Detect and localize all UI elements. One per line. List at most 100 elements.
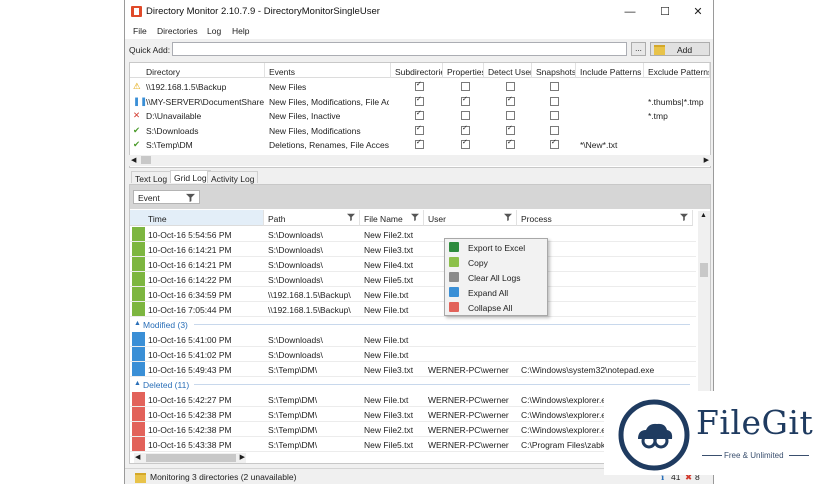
title-bar[interactable]: Directory Monitor 2.10.7.9 - DirectoryMo…: [125, 0, 713, 24]
filter-icon[interactable]: [186, 193, 195, 202]
tab-activity-log[interactable]: Activity Log: [207, 171, 259, 184]
grid-horizontal-scrollbar[interactable]: ◀ ▶: [134, 453, 246, 463]
column-header-process[interactable]: Process: [517, 210, 693, 226]
menu-log[interactable]: Log: [207, 26, 221, 36]
table-row[interactable]: 10-Oct-16 5:41:02 PM S:\Downloads\ New Fil…: [130, 347, 696, 362]
event-color-tag: [132, 347, 145, 361]
tab-grid-log[interactable]: Grid Log: [170, 170, 211, 183]
event-color-tag: [132, 287, 145, 301]
scroll-left-icon[interactable]: ◀: [131, 156, 136, 164]
directory-horizontal-scrollbar[interactable]: ◀ ▶: [129, 155, 711, 166]
checkbox[interactable]: [461, 138, 470, 149]
browse-button[interactable]: ...: [631, 42, 646, 56]
event-color-tag: [132, 422, 145, 436]
cell-time: 10-Oct-16 5:41:00 PM: [148, 335, 232, 345]
scroll-left-icon[interactable]: ◀: [135, 453, 140, 461]
column-header-include-patterns[interactable]: Include Patterns: [576, 63, 644, 78]
table-row[interactable]: 10-Oct-16 6:34:59 PM \\192.168.1.5\Backup…: [130, 287, 696, 302]
menu-directories[interactable]: Directories: [157, 26, 198, 36]
checkbox[interactable]: [550, 138, 559, 149]
group-chip-event[interactable]: Event: [133, 190, 200, 204]
table-row[interactable]: 10-Oct-16 6:14:21 PM S:\Downloads\ New Fil…: [130, 257, 696, 272]
event-color-tag: [132, 227, 145, 241]
checkbox[interactable]: [461, 95, 470, 106]
checkbox[interactable]: [415, 138, 424, 149]
checkbox[interactable]: [550, 96, 559, 106]
menu-bar: File Directories Log Help: [125, 24, 713, 39]
cell-file: New File4.txt: [364, 260, 414, 270]
status-text: Monitoring 3 directories (2 unavailable): [150, 472, 297, 482]
context-menu-item[interactable]: Expand All: [445, 285, 545, 300]
checkbox[interactable]: [550, 82, 559, 91]
scroll-thumb[interactable]: [700, 263, 708, 277]
group-header[interactable]: ▲ Modified (3): [130, 317, 696, 332]
column-header-path[interactable]: Path: [264, 210, 360, 226]
column-header-user[interactable]: User: [424, 210, 517, 226]
filter-icon[interactable]: [347, 213, 355, 221]
checkbox[interactable]: [506, 138, 515, 149]
menu-help[interactable]: Help: [232, 26, 249, 36]
menu-file[interactable]: File: [133, 26, 147, 36]
directory-row[interactable]: ⚠ \\192.168.1.5\Backup New Files: [130, 79, 710, 94]
column-header-directory[interactable]: Directory: [130, 63, 265, 78]
checkbox[interactable]: [506, 124, 515, 135]
filter-icon[interactable]: [411, 213, 419, 221]
table-row[interactable]: 10-Oct-16 6:14:22 PM S:\Downloads\ New Fil…: [130, 272, 696, 287]
checkbox[interactable]: [415, 80, 424, 91]
column-header-exclude-patterns[interactable]: Exclude Patterns: [644, 63, 710, 78]
column-header-subdirectories[interactable]: Subdirectories: [391, 63, 443, 78]
checkbox[interactable]: [461, 111, 470, 120]
group-header[interactable]: ▲ Deleted (11): [130, 377, 696, 392]
scroll-thumb[interactable]: [146, 454, 236, 462]
checkbox[interactable]: [415, 95, 424, 106]
checkbox[interactable]: [550, 111, 559, 120]
context-menu-item[interactable]: Export to Excel: [445, 240, 545, 255]
directory-row[interactable]: ✔ S:\Downloads New Files, Modifications: [130, 123, 710, 138]
checkbox[interactable]: [506, 95, 515, 106]
checkbox[interactable]: [415, 124, 424, 135]
column-header-properties[interactable]: Properties: [443, 63, 484, 78]
column-header-snapshots[interactable]: Snapshots: [532, 63, 576, 78]
checkbox[interactable]: [461, 124, 470, 135]
scroll-right-icon[interactable]: ▶: [240, 453, 245, 461]
checkbox[interactable]: [415, 109, 424, 120]
close-button[interactable]: ✕: [681, 0, 713, 24]
scroll-thumb[interactable]: [141, 156, 151, 164]
tab-text-log[interactable]: Text Log: [131, 171, 172, 184]
context-menu-item[interactable]: Collapse All: [445, 300, 545, 315]
table-row[interactable]: 10-Oct-16 5:49:43 PM S:\Temp\DM\ New File3…: [130, 362, 696, 377]
table-row[interactable]: 10-Oct-16 5:54:56 PM S:\Downloads\ New Fil…: [130, 227, 696, 242]
filter-icon[interactable]: [504, 213, 512, 221]
cell-time: 10-Oct-16 5:42:27 PM: [148, 395, 232, 405]
filter-icon[interactable]: [680, 213, 688, 221]
table-row[interactable]: 10-Oct-16 7:05:44 PM \\192.168.1.5\Backup…: [130, 302, 696, 317]
directory-row[interactable]: ❚❚ \\MY-SERVER\DocumentShare New Files, Mo…: [130, 94, 710, 109]
column-header-time[interactable]: Time: [130, 210, 264, 226]
context-menu-item[interactable]: Copy: [445, 255, 545, 270]
scroll-right-icon[interactable]: ▶: [704, 156, 709, 164]
checkbox[interactable]: [506, 82, 515, 91]
directory-row[interactable]: ✔ S:\Temp\DM Deletions, Renames, File Acce…: [130, 137, 710, 152]
table-row[interactable]: 10-Oct-16 6:14:21 PM S:\Downloads\ New Fil…: [130, 242, 696, 257]
directory-events: Deletions, Renames, File Access, In...: [269, 140, 389, 150]
checkbox[interactable]: [550, 125, 559, 135]
add-button[interactable]: Add: [650, 42, 710, 56]
directory-row[interactable]: ✕ D:\Unavailable New Files, Inactive *.tmp: [130, 108, 710, 123]
checkbox[interactable]: [506, 111, 515, 120]
column-header-events[interactable]: Events: [265, 63, 391, 78]
context-menu-item[interactable]: Clear All Logs: [445, 270, 545, 285]
scroll-up-icon[interactable]: ▲: [700, 212, 707, 219]
checkbox[interactable]: [461, 82, 470, 91]
collapse-arrow-icon[interactable]: ▲: [134, 380, 141, 387]
minimize-button[interactable]: —: [613, 0, 647, 24]
table-row[interactable]: 10-Oct-16 5:41:00 PM S:\Downloads\ New Fil…: [130, 332, 696, 347]
column-header-file-name-label: File Name: [364, 214, 403, 224]
maximize-button[interactable]: ☐: [648, 0, 682, 24]
cell-time: 10-Oct-16 5:49:43 PM: [148, 365, 232, 375]
exclude-patterns: *.thumbs|*.tmp: [648, 96, 704, 107]
quick-add-input[interactable]: [172, 42, 627, 56]
column-header-detect-users[interactable]: Detect Users: [484, 63, 532, 78]
collapse-arrow-icon[interactable]: ▲: [134, 320, 141, 327]
column-header-file-name[interactable]: File Name: [360, 210, 424, 226]
cell-file: New File3.txt: [364, 365, 414, 375]
